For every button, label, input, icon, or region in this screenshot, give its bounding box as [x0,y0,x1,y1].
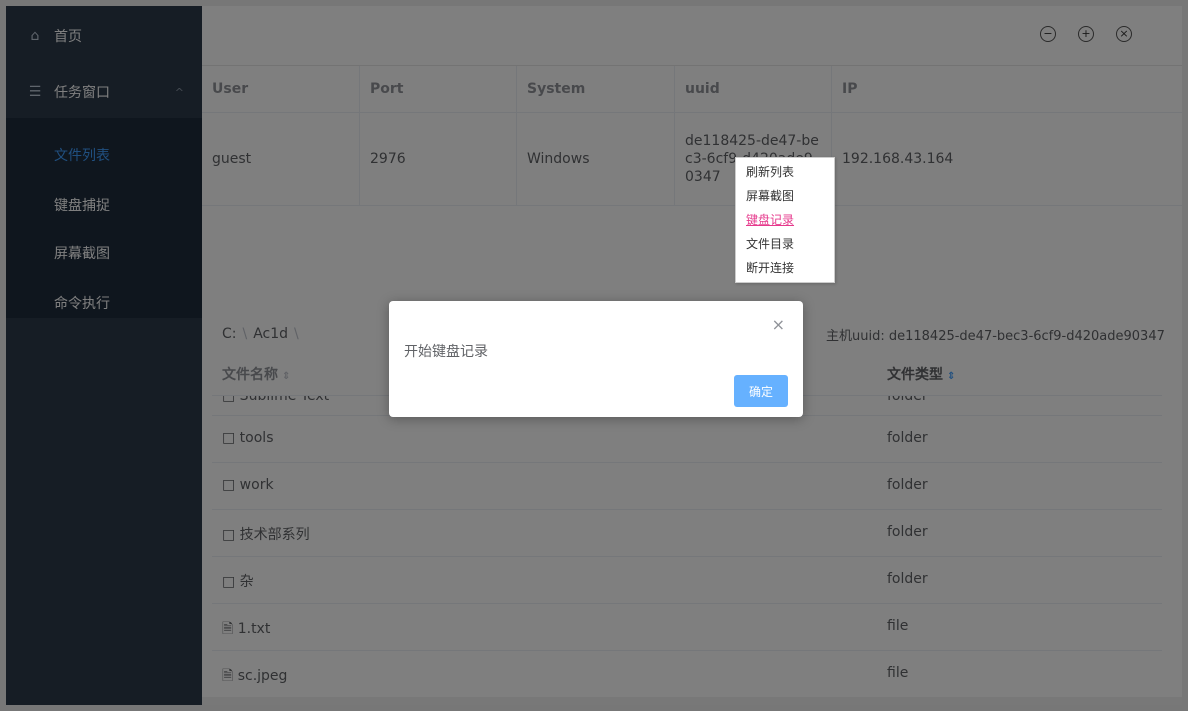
menu-item-refresh-list[interactable]: 刷新列表 [736,160,834,184]
context-menu: 刷新列表 屏幕截图 键盘记录 文件目录 断开连接 [735,157,835,283]
dialog-message: 开始键盘记录 [404,344,488,360]
close-icon[interactable]: × [772,315,785,334]
message-dialog: × 开始键盘记录 确定 [389,301,803,417]
menu-item-screenshot[interactable]: 屏幕截图 [736,184,834,208]
menu-item-disconnect[interactable]: 断开连接 [736,256,834,280]
menu-item-keylog[interactable]: 键盘记录 [736,208,834,232]
menu-item-file-directory[interactable]: 文件目录 [736,232,834,256]
confirm-button[interactable]: 确定 [734,375,788,407]
